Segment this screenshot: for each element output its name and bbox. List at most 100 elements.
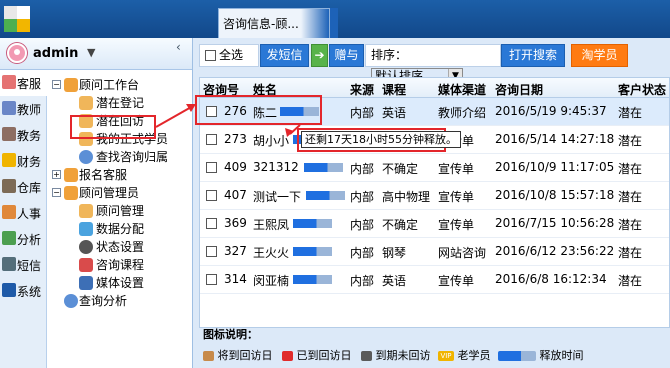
username[interactable]: admin [33, 46, 78, 61]
tree-node-potential-register[interactable]: 潜在登记 [49, 94, 191, 112]
collapse-icon[interactable]: − [52, 80, 61, 89]
heart-brown-icon [203, 351, 214, 361]
tree-label: 报名客服 [79, 168, 128, 182]
avatar[interactable] [7, 43, 27, 63]
nav-fenxi[interactable]: 分析 [0, 226, 47, 252]
tree-label: 顾问工作台 [79, 78, 140, 92]
people-icon [64, 78, 78, 92]
select-all-label: 全选 [219, 48, 244, 62]
tree-label: 状态设置 [96, 240, 145, 254]
cell-source: 内部 [350, 274, 375, 288]
legend-label: 将到回访日 [217, 349, 273, 362]
user-bar: admin ▼ ‹ [0, 38, 192, 70]
taoxueyuan-label: 淘学员 [581, 48, 618, 62]
gift-button[interactable]: 赠与 [329, 44, 364, 67]
legend-items: 将到回访日 已到回访日 到期未回访 VIP 老学员 释放时间 [203, 347, 584, 363]
tree-node-guwen-manage[interactable]: 顾问管理 [49, 202, 191, 220]
cell-channel: 宣传单 [438, 274, 475, 288]
cell-status: 潜在 [618, 274, 643, 288]
tree-node-data-assign[interactable]: 数据分配 [49, 220, 191, 238]
cell-id: 409 [224, 160, 247, 174]
cell-course: 不确定 [382, 162, 419, 176]
legend-label: 老学员 [457, 349, 491, 362]
legend-label: 到期未回访 [375, 349, 431, 362]
open-search-label: 打开搜索 [508, 48, 557, 62]
nav-cangku[interactable]: 仓库 [0, 174, 47, 200]
cell-name: 321312 [253, 160, 299, 174]
cell-date: 2016/10/8 15:57:18 [495, 188, 615, 202]
release-time-bar [293, 247, 332, 256]
book-icon [79, 258, 93, 272]
row-checkbox[interactable] [206, 246, 217, 257]
taoxueyuan-button[interactable]: 淘学员 [571, 44, 628, 67]
toolbar: 全选 发短信 ➔ 赠与 排序： 默认排序 ▼ 打开搜索 淘学员 [199, 44, 670, 85]
col-header-source[interactable]: 来源 [350, 81, 374, 98]
nav-label: 客服 [17, 77, 42, 91]
cell-channel: 教师介绍 [438, 106, 487, 120]
tree-label: 查找咨询归属 [96, 150, 169, 164]
main-content: 全选 发短信 ➔ 赠与 排序： 默认排序 ▼ 打开搜索 淘学员 咨询号 姓名 来… [195, 38, 670, 368]
system-icon [2, 283, 16, 297]
cell-status: 潜在 [618, 134, 643, 148]
tree-node-status-settings[interactable]: 状态设置 [49, 238, 191, 256]
select-all-control[interactable]: 全选 [199, 44, 259, 67]
nav-xitong[interactable]: 系统 [0, 278, 47, 304]
table-row[interactable]: 314 闵亚楠 内部 英语 宣传单 2016/6/8 16:12:34 潜在 [200, 266, 669, 294]
tree-label: 咨询课程 [96, 258, 145, 272]
cell-name: 闵亚楠 [253, 274, 290, 288]
tree-node-guwen-admin[interactable]: − 顾问管理员 [49, 184, 191, 202]
tab-label: 咨询信息-顾... [223, 17, 299, 31]
nav-kefu[interactable]: 客服 [0, 70, 47, 96]
row-checkbox[interactable] [206, 134, 217, 145]
row-checkbox[interactable] [206, 218, 217, 229]
row-checkbox[interactable] [206, 190, 217, 201]
col-header-course[interactable]: 课程 [382, 81, 406, 98]
col-header-status[interactable]: 客户状态 [618, 81, 666, 98]
tree-node-guwen-workbench[interactable]: − 顾问工作台 [49, 76, 191, 94]
tree-node-enroll-service[interactable]: + 报名客服 [49, 166, 191, 184]
tab-scroll-handle[interactable] [330, 8, 338, 38]
tree-node-consult-courses[interactable]: 咨询课程 [49, 256, 191, 274]
nav-jiaowu[interactable]: 教务 [0, 122, 47, 148]
open-search-button[interactable]: 打开搜索 [501, 44, 565, 67]
collapse-icon[interactable]: − [52, 188, 61, 197]
cell-source: 内部 [350, 190, 375, 204]
nav-duanxin[interactable]: 短信 [0, 252, 47, 278]
nav-renshi[interactable]: 人事 [0, 200, 47, 226]
heart-gray-icon [361, 351, 372, 361]
send-sms-button[interactable]: 发短信 [260, 44, 309, 67]
tree-node-query-analysis[interactable]: 查询分析 [49, 292, 191, 310]
tree-node-media-settings[interactable]: 媒体设置 [49, 274, 191, 292]
people-icon [2, 205, 16, 219]
table-row[interactable]: 407 测试一下 内部 高中物理 宣传单 2016/10/8 15:57:18 … [200, 182, 669, 210]
user-menu-caret-icon[interactable]: ▼ [87, 46, 95, 59]
cell-channel: 网站咨询 [438, 246, 487, 260]
tree-label: 潜在登记 [96, 96, 145, 110]
nav-label: 分析 [17, 233, 42, 247]
nav-caiwu[interactable]: 财务 [0, 148, 47, 174]
collapse-panel-icon[interactable]: ‹ [176, 40, 181, 54]
nav-label: 短信 [17, 259, 42, 273]
cell-name: 胡小小 [253, 134, 290, 148]
col-header-date[interactable]: 咨询日期 [495, 81, 543, 98]
release-time-bar [293, 219, 332, 228]
expand-icon[interactable]: + [52, 170, 61, 179]
search-icon [64, 294, 78, 308]
row-checkbox[interactable] [206, 274, 217, 285]
release-bar-icon [498, 351, 536, 361]
release-time-bar [304, 163, 343, 172]
nav-jiaoshi[interactable]: 教师 [0, 96, 47, 122]
table-row[interactable]: 327 王火火 内部 钢琴 网站咨询 2016/6/12 23:56:22 潜在 [200, 238, 669, 266]
cell-course: 钢琴 [382, 246, 407, 260]
col-header-channel[interactable]: 媒体渠道 [438, 81, 486, 98]
cell-date: 2016/6/8 16:12:34 [495, 272, 607, 286]
row-checkbox[interactable] [206, 162, 217, 173]
highlight-revisit-node [70, 115, 156, 139]
table-row[interactable]: 369 王熙凤 内部 不确定 宣传单 2016/7/15 10:56:28 潜在 [200, 210, 669, 238]
monitor-icon [79, 276, 93, 290]
table-row[interactable]: 409 321312 内部 不确定 宣传单 2016/10/9 11:17:05… [200, 154, 669, 182]
tree-node-find-ownership[interactable]: 查找咨询归属 [49, 148, 191, 166]
tab-consult-info[interactable]: 咨询信息-顾... [218, 8, 330, 38]
cell-date: 2016/5/14 14:27:18 [495, 132, 615, 146]
select-all-checkbox[interactable] [205, 50, 216, 61]
